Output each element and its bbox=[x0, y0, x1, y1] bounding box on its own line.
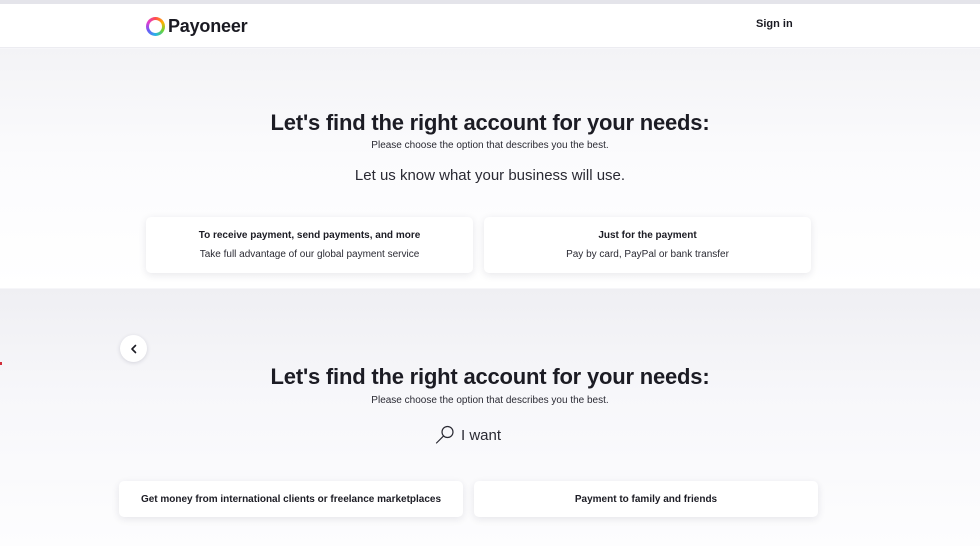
logo-text: Payoneer bbox=[168, 16, 248, 36]
option-description: Pay by card, PayPal or bank transfer bbox=[566, 249, 729, 260]
option-card-family-friends[interactable]: Payment to family and friends bbox=[474, 481, 818, 517]
sign-in-link[interactable]: Sign in bbox=[756, 18, 793, 30]
back-button[interactable] bbox=[120, 335, 147, 362]
chevron-left-icon bbox=[130, 344, 136, 353]
account-choice-section-2: Let's find the right account for your ne… bbox=[0, 289, 980, 546]
option-title: Payment to family and friends bbox=[574, 493, 718, 505]
edge-marker bbox=[0, 362, 2, 365]
magnifier-icon bbox=[435, 425, 454, 444]
option-title: To receive payment, send payments, and m… bbox=[198, 230, 421, 241]
option-card-full-account[interactable]: To receive payment, send payments, and m… bbox=[146, 217, 473, 273]
section2-subtitle: Please choose the option that describes … bbox=[371, 395, 609, 406]
option-title: Get money from international clients or … bbox=[140, 493, 442, 505]
option-card-international-clients[interactable]: Get money from international clients or … bbox=[119, 481, 463, 517]
option-card-payment-only[interactable]: Just for the payment Pay by card, PayPal… bbox=[484, 217, 811, 273]
i-want-prompt: I want bbox=[434, 424, 501, 446]
option-description: Take full advantage of our global paymen… bbox=[199, 249, 420, 260]
account-choice-section-1: Let's find the right account for your ne… bbox=[0, 49, 980, 288]
section1-subtitle: Please choose the option that describes … bbox=[371, 140, 609, 151]
section2-title: Let's find the right account for your ne… bbox=[270, 364, 710, 389]
i-want-text: I want bbox=[461, 426, 502, 444]
site-header: Payoneer Sign in bbox=[0, 4, 980, 48]
payoneer-logo[interactable]: Payoneer bbox=[146, 16, 248, 37]
section1-question: Let us know what your business will use. bbox=[354, 167, 626, 184]
payoneer-ring-icon bbox=[146, 17, 165, 36]
option-title: Just for the payment bbox=[598, 230, 697, 241]
section1-title: Let's find the right account for your ne… bbox=[270, 110, 710, 135]
